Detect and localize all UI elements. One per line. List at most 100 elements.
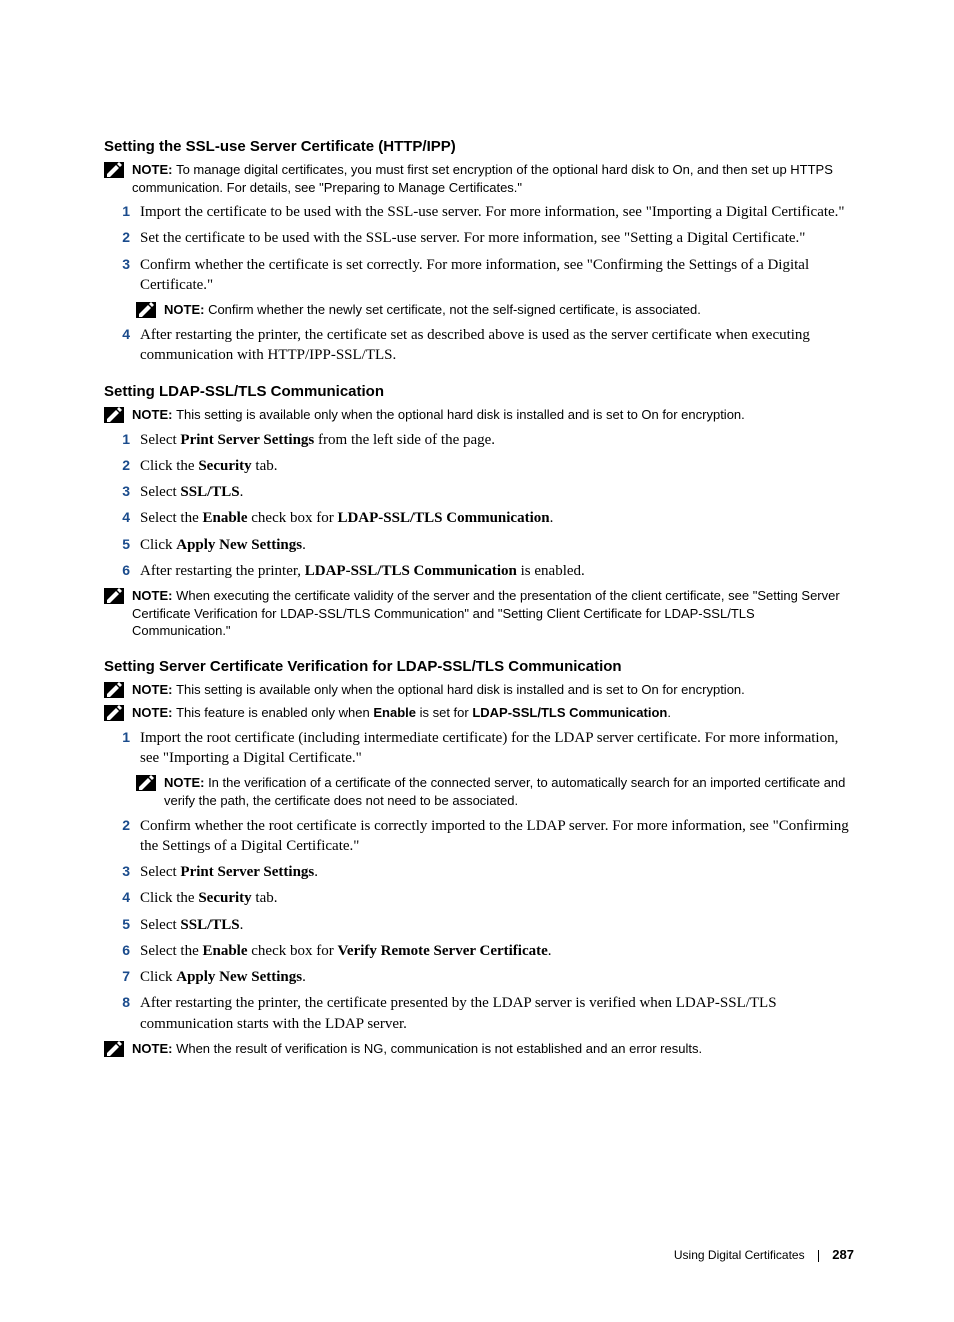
step-text: Select SSL/TLS. [140,915,854,935]
list-item: 4 After restarting the printer, the cert… [104,325,854,366]
list-item: 4 Click the Security tab. [104,888,854,908]
step-text: Click the Security tab. [140,888,854,908]
step-text: Click the Security tab. [140,456,854,476]
step-number: 1 [104,430,130,449]
ordered-list: 1 Select Print Server Settings from the … [104,430,854,582]
step-text: Select Print Server Settings from the le… [140,430,854,450]
note-label: NOTE: [164,302,208,317]
note-text: NOTE: When executing the certificate val… [132,587,854,640]
step-number: 4 [104,888,130,907]
step-text: After restarting the printer, the certif… [140,993,854,1034]
note-label: NOTE: [132,1041,176,1056]
step-number: 8 [104,993,130,1012]
page-number: 287 [832,1247,854,1262]
step-number: 6 [104,561,130,580]
step-text: Confirm whether the root certificate is … [140,816,854,857]
note-label: NOTE: [132,705,176,720]
step-text: Set the certificate to be used with the … [140,228,854,248]
list-item: 2 Set the certificate to be used with th… [104,228,854,248]
step-text: After restarting the printer, LDAP-SSL/T… [140,561,854,581]
note-body: To manage digital certificates, you must… [132,162,833,195]
note-block: NOTE: This feature is enabled only when … [104,704,854,722]
note-body: Confirm whether the newly set certificat… [208,302,701,317]
list-item: 7 Click Apply New Settings. [104,967,854,987]
step-text: Import the root certificate (including i… [140,728,854,769]
step-number: 2 [104,816,130,835]
step-number: 5 [104,535,130,554]
pencil-icon [136,775,156,791]
step-number: 3 [104,255,130,274]
step-number: 5 [104,915,130,934]
list-item: 1 Import the root certificate (including… [104,728,854,769]
list-item: 3 Select Print Server Settings. [104,862,854,882]
document-page: Setting the SSL-use Server Certificate (… [0,0,954,1322]
list-item: 2 Confirm whether the root certificate i… [104,816,854,857]
pencil-icon [104,1041,124,1057]
note-text: NOTE: This setting is available only whe… [132,681,854,699]
step-text: Click Apply New Settings. [140,535,854,555]
section-heading: Setting the SSL-use Server Certificate (… [104,138,854,155]
ordered-list: 2 Confirm whether the root certificate i… [104,816,854,1034]
step-text: Click Apply New Settings. [140,967,854,987]
step-number: 1 [104,202,130,221]
list-item: 5 Click Apply New Settings. [104,535,854,555]
step-text: Confirm whether the certificate is set c… [140,255,854,296]
step-number: 1 [104,728,130,747]
note-block: NOTE: When the result of verification is… [104,1040,854,1058]
note-text: NOTE: Confirm whether the newly set cert… [164,301,854,319]
footer-separator [818,1250,819,1262]
note-body: This setting is available only when the … [176,682,745,697]
step-text: Select Print Server Settings. [140,862,854,882]
step-text: Import the certificate to be used with t… [140,202,854,222]
list-item: 6 Select the Enable check box for Verify… [104,941,854,961]
note-body: In the verification of a certificate of … [164,775,845,808]
note-block: NOTE: To manage digital certificates, yo… [104,161,854,196]
step-number: 3 [104,482,130,501]
note-body: When executing the certificate validity … [132,588,840,638]
ordered-list: 1 Import the certificate to be used with… [104,202,854,295]
pencil-icon [104,162,124,178]
section-heading: Setting LDAP-SSL/TLS Communication [104,383,854,400]
pencil-icon [104,682,124,698]
list-item: 8 After restarting the printer, the cert… [104,993,854,1034]
note-label: NOTE: [164,775,208,790]
note-body: This setting is available only when the … [176,407,745,422]
note-text: NOTE: This feature is enabled only when … [132,704,854,722]
note-label: NOTE: [132,588,176,603]
note-block: NOTE: When executing the certificate val… [104,587,854,640]
step-number: 2 [104,456,130,475]
list-item: 4 Select the Enable check box for LDAP-S… [104,508,854,528]
step-number: 2 [104,228,130,247]
note-label: NOTE: [132,162,176,177]
pencil-icon [104,705,124,721]
note-block: NOTE: In the verification of a certifica… [136,774,854,809]
note-body: This feature is enabled only when Enable… [176,705,671,720]
list-item: 3 Confirm whether the certificate is set… [104,255,854,296]
page-footer: Using Digital Certificates 287 [104,1247,854,1262]
ordered-list: 4 After restarting the printer, the cert… [104,325,854,366]
note-text: NOTE: When the result of verification is… [132,1040,854,1058]
note-text: NOTE: To manage digital certificates, yo… [132,161,854,196]
footer-chapter-title: Using Digital Certificates [674,1248,805,1262]
ordered-list: 1 Import the root certificate (including… [104,728,854,769]
note-block: NOTE: This setting is available only whe… [104,406,854,424]
pencil-icon [104,588,124,604]
note-text: NOTE: This setting is available only whe… [132,406,854,424]
list-item: 1 Select Print Server Settings from the … [104,430,854,450]
pencil-icon [136,302,156,318]
list-item: 5 Select SSL/TLS. [104,915,854,935]
step-number: 4 [104,325,130,344]
list-item: 6 After restarting the printer, LDAP-SSL… [104,561,854,581]
step-text: Select SSL/TLS. [140,482,854,502]
note-text: NOTE: In the verification of a certifica… [164,774,854,809]
list-item: 2 Click the Security tab. [104,456,854,476]
step-number: 3 [104,862,130,881]
note-label: NOTE: [132,407,176,422]
step-number: 6 [104,941,130,960]
note-body: When the result of verification is NG, c… [176,1041,702,1056]
step-number: 4 [104,508,130,527]
step-text: Select the Enable check box for LDAP-SSL… [140,508,854,528]
list-item: 1 Import the certificate to be used with… [104,202,854,222]
note-block: NOTE: This setting is available only whe… [104,681,854,699]
pencil-icon [104,407,124,423]
